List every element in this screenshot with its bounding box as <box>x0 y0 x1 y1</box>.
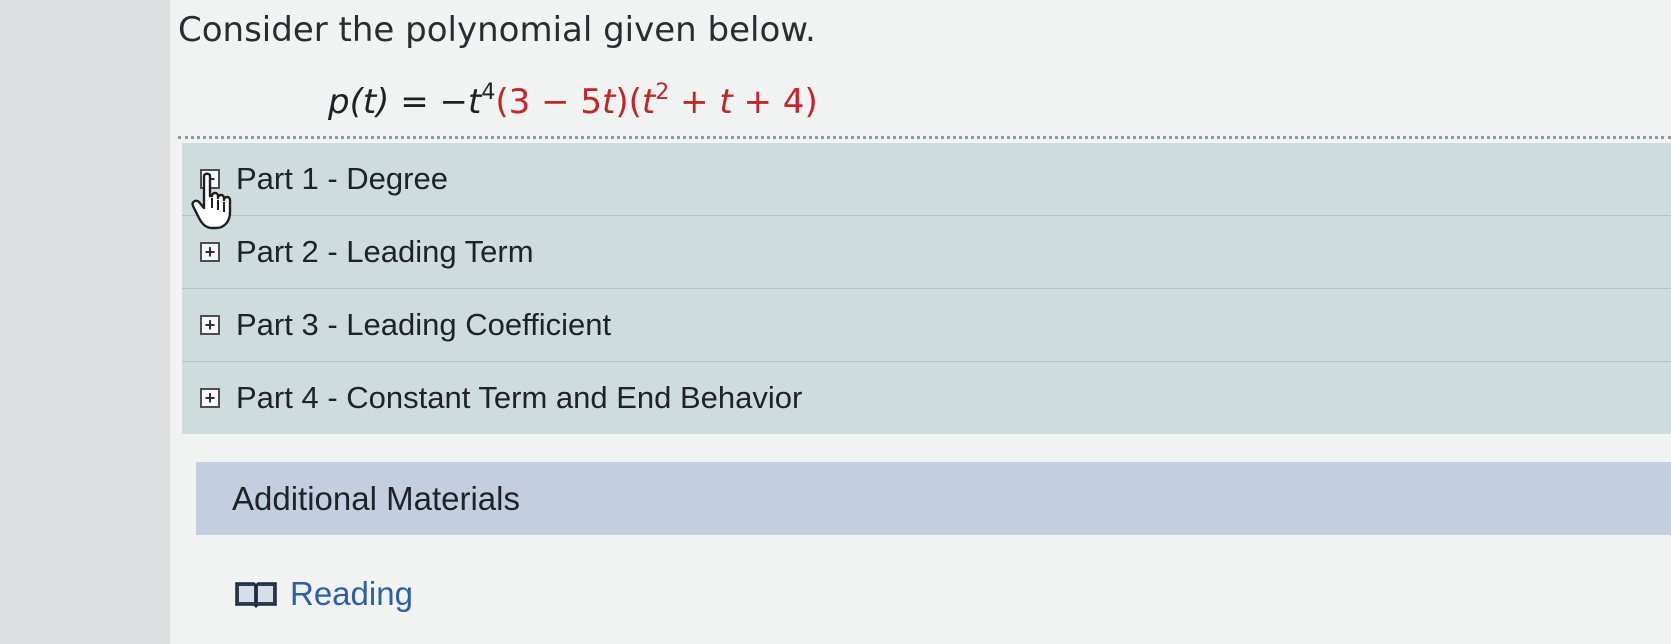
additional-materials-header: Additional Materials <box>196 462 1671 535</box>
part-label: Part 1 - Degree <box>236 161 448 196</box>
factor-2-exponent: 2 <box>655 80 670 105</box>
equation-exponent-4: 4 <box>481 80 496 105</box>
factor-1-open: ( <box>495 82 509 122</box>
factor-2-constant: + 4 <box>732 82 805 122</box>
equation-factor-2: (t2 + t + 4) <box>628 80 818 123</box>
factor-2-plus: + <box>669 82 720 122</box>
factor-1-minus-term: − 5 <box>530 82 603 122</box>
factor-2-close: ) <box>804 82 818 122</box>
polynomial-equation: p(t) = −t4(3 − 5t)(t2 + t + 4) <box>328 80 818 123</box>
part-4-constant-term-row[interactable]: + Part 4 - Constant Term and End Behavio… <box>182 362 1671 434</box>
book-icon <box>235 582 277 609</box>
factor-2-t-term: t <box>719 82 733 122</box>
left-margin <box>0 0 170 644</box>
part-label: Part 2 - Leading Term <box>236 234 534 269</box>
expand-plus-icon[interactable]: + <box>200 315 220 335</box>
factor-1-close: ) <box>615 82 629 122</box>
expand-plus-icon[interactable]: + <box>200 169 220 189</box>
equation-factor-1: (3 − 5t) <box>495 82 628 122</box>
part-label: Part 3 - Leading Coefficient <box>236 307 612 342</box>
part-2-leading-term-row[interactable]: + Part 2 - Leading Term <box>182 216 1671 289</box>
reading-link-label: Reading <box>290 575 413 612</box>
part-1-degree-row[interactable]: + Part 1 - Degree <box>182 143 1671 216</box>
expand-plus-icon[interactable]: + <box>200 388 220 408</box>
factor-1-number: 3 <box>508 82 531 122</box>
factor-2-variable: t <box>641 82 656 122</box>
question-prompt: Consider the polynomial given below. <box>178 10 816 50</box>
factor-1-variable: t <box>602 82 616 122</box>
additional-materials-title: Additional Materials <box>232 479 520 517</box>
part-3-leading-coefficient-row[interactable]: + Part 3 - Leading Coefficient <box>182 289 1671 362</box>
expand-plus-icon[interactable]: + <box>200 242 220 262</box>
dotted-divider <box>178 136 1671 139</box>
reading-link[interactable]: Reading <box>234 575 413 613</box>
equation-lhs: p(t) = −t <box>328 82 482 122</box>
factor-2-open: ( <box>628 82 642 122</box>
parts-accordion: + Part 1 - Degree + Part 2 - Leading Ter… <box>182 143 1671 434</box>
part-label: Part 4 - Constant Term and End Behavior <box>236 380 803 415</box>
